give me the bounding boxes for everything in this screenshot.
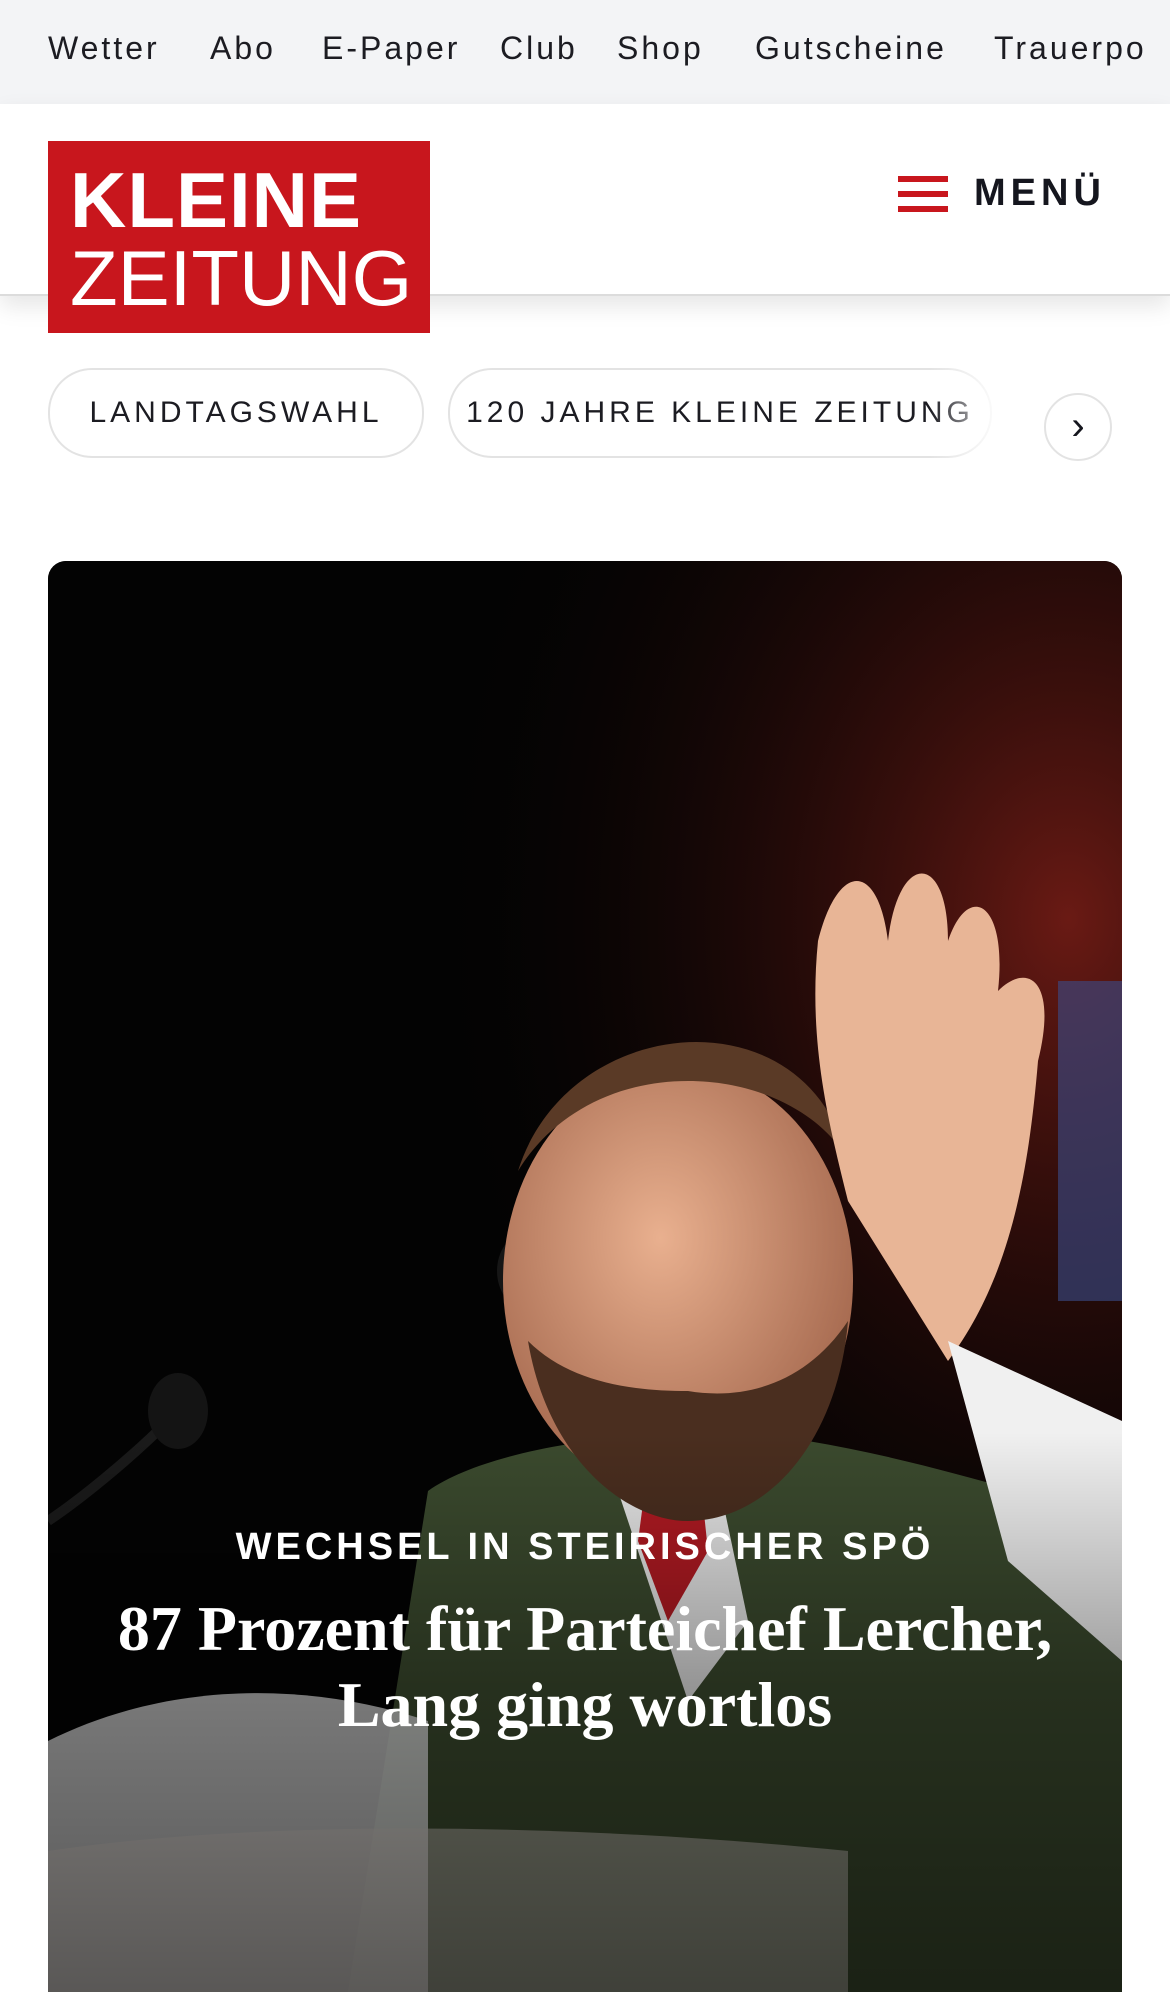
nav-link-wetter[interactable]: Wetter bbox=[48, 30, 160, 67]
logo-line-2: ZEITUNG bbox=[70, 234, 413, 322]
chip-fade-overlay bbox=[930, 368, 1040, 458]
nav-link-club[interactable]: Club bbox=[500, 30, 578, 67]
article-headline[interactable]: 87 Prozent für Parteichef Lercher, Lang … bbox=[88, 1591, 1082, 1743]
nav-link-shop[interactable]: Shop bbox=[617, 30, 704, 67]
site-header: KLEINE ZEITUNG MENÜ bbox=[0, 104, 1170, 333]
chip-120-jahre-kleine-zeitung[interactable]: 120 JAHRE KLEINE ZEITUNG bbox=[448, 368, 992, 458]
article-kicker: WECHSEL IN STEIRISCHER SPÖ bbox=[235, 1526, 935, 1568]
nav-link-epaper[interactable]: E-Paper bbox=[322, 30, 460, 67]
menu-label: MENÜ bbox=[974, 172, 1106, 214]
hamburger-icon bbox=[898, 176, 948, 216]
top-utility-nav: Wetter Abo E-Paper Club Shop Gutscheine … bbox=[0, 0, 1170, 104]
hero-article-card[interactable]: WECHSEL IN STEIRISCHER SPÖ 87 Prozent fü… bbox=[48, 561, 1122, 1992]
menu-button[interactable]: MENÜ bbox=[898, 172, 1108, 216]
nav-link-abo[interactable]: Abo bbox=[210, 30, 276, 67]
kleine-zeitung-logo[interactable]: KLEINE ZEITUNG bbox=[48, 141, 430, 333]
chip-landtagswahl[interactable]: LANDTAGSWAHL bbox=[48, 368, 424, 458]
chevron-right-icon[interactable]: › bbox=[1044, 393, 1112, 461]
nav-link-trauerportal[interactable]: Trauerpo bbox=[994, 30, 1147, 67]
logo-line-1: KLEINE bbox=[70, 156, 363, 244]
nav-link-gutscheine[interactable]: Gutscheine bbox=[755, 30, 947, 67]
